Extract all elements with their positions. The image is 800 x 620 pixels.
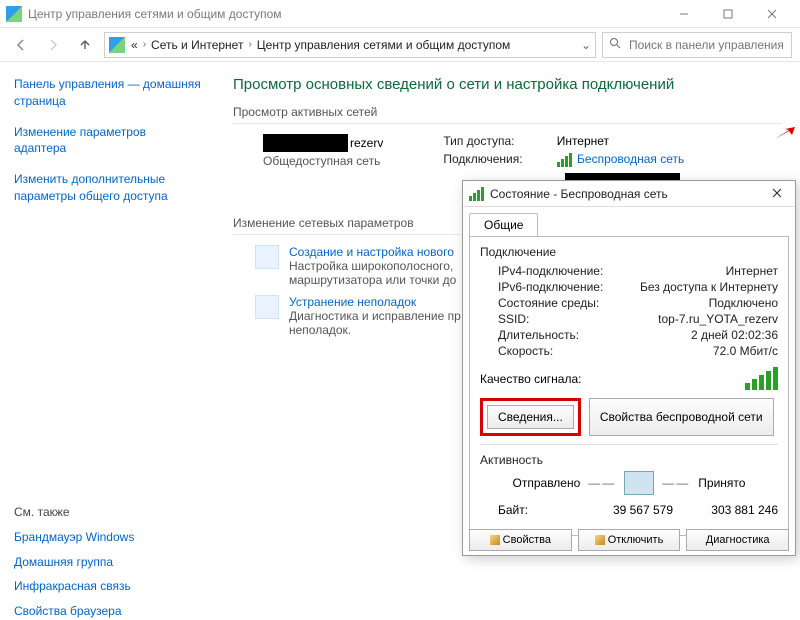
breadcrumb-root[interactable]: «: [131, 38, 138, 52]
properties-button[interactable]: Свойства: [469, 529, 572, 551]
network-name-suffix: rezerv: [350, 136, 383, 150]
activity-icon: [624, 471, 654, 495]
bytes-label: Байт:: [498, 503, 568, 517]
signal-quality-icon: [745, 367, 778, 390]
forward-button[interactable]: [40, 32, 66, 58]
see-also-browser-props[interactable]: Свойства браузера: [14, 603, 201, 620]
dash-icon: ——: [662, 476, 690, 490]
close-icon: [767, 9, 777, 19]
media-state-value: Подключено: [709, 296, 778, 310]
breadcrumb-item-sharing-center[interactable]: Центр управления сетями и общим доступом: [257, 38, 511, 52]
ipv4-label: IPv4-подключение:: [498, 264, 726, 278]
duration-value: 2 дней 02:02:36: [691, 328, 778, 342]
access-type-label: Тип доступа:: [443, 134, 553, 148]
troubleshoot-icon: [255, 295, 279, 319]
maximize-icon: [723, 9, 733, 19]
page-title: Просмотр основных сведений о сети и наст…: [233, 76, 782, 93]
chevron-down-icon[interactable]: ⌄: [581, 38, 591, 52]
minimize-icon: [679, 9, 689, 19]
shield-icon: [595, 535, 605, 545]
bytes-received-value: 303 881 246: [673, 503, 778, 517]
ipv4-value: Интернет: [726, 264, 778, 278]
minimize-button[interactable]: [662, 0, 706, 27]
disable-button[interactable]: Отключить: [578, 529, 681, 551]
new-connection-icon: [255, 245, 279, 269]
arrow-right-icon: [45, 37, 61, 53]
back-button[interactable]: [8, 32, 34, 58]
search-box[interactable]: [602, 32, 792, 58]
connections-label: Подключения:: [443, 152, 553, 166]
dialog-footer: Свойства Отключить Диагностика: [469, 529, 789, 551]
tab-general[interactable]: Общие: [469, 213, 538, 236]
tab-general-pane: Подключение IPv4-подключение:Интернет IP…: [469, 236, 789, 536]
dash-icon: ——: [588, 476, 616, 490]
activity-group-heading: Активность: [480, 453, 778, 467]
window-titlebar: Центр управления сетями и общим доступом: [0, 0, 800, 28]
wifi-signal-icon: [557, 153, 572, 167]
sent-label: Отправлено: [513, 476, 581, 490]
wifi-signal-icon: [469, 187, 484, 201]
control-panel-icon: [109, 37, 125, 53]
dialog-titlebar: Состояние - Беспроводная сеть: [463, 181, 795, 207]
search-input[interactable]: [627, 37, 785, 53]
close-button[interactable]: [750, 0, 794, 27]
speed-value: 72.0 Мбит/с: [713, 344, 778, 358]
sidebar: Панель управления — домашняя страница Из…: [0, 62, 215, 558]
wifi-properties-button[interactable]: Свойства беспроводной сети: [589, 398, 774, 436]
wifi-status-dialog: Состояние - Беспроводная сеть Общие Подк…: [462, 180, 796, 556]
window-title: Центр управления сетями и общим доступом: [28, 7, 662, 21]
see-also-firewall[interactable]: Брандмауэр Windows: [14, 529, 201, 546]
bytes-sent-value: 39 567 579: [568, 503, 673, 517]
sidebar-link-adapter-settings[interactable]: Изменение параметров адаптера: [14, 124, 201, 158]
app-icon: [6, 6, 22, 22]
dialog-tabs: Общие: [463, 207, 795, 236]
received-label: Принято: [698, 476, 745, 490]
ssid-value: top-7.ru_YOTA_rezerv: [658, 312, 778, 326]
duration-label: Длительность:: [498, 328, 691, 342]
breadcrumb[interactable]: « › Сеть и Интернет › Центр управления с…: [104, 32, 596, 58]
address-bar: « › Сеть и Интернет › Центр управления с…: [0, 28, 800, 62]
annotation-highlight: Сведения...: [480, 398, 581, 436]
chevron-right-icon: ›: [143, 39, 146, 50]
up-button[interactable]: [72, 32, 98, 58]
network-category: Общедоступная сеть: [263, 154, 383, 168]
signal-quality-label: Качество сигнала:: [480, 372, 581, 386]
breadcrumb-item-network[interactable]: Сеть и Интернет: [151, 38, 243, 52]
chevron-right-icon: ›: [248, 39, 251, 50]
sidebar-link-home[interactable]: Панель управления — домашняя страница: [14, 76, 201, 110]
connection-group-heading: Подключение: [480, 245, 778, 259]
see-also-heading: См. также: [14, 505, 201, 519]
diagnose-button[interactable]: Диагностика: [686, 529, 789, 551]
ssid-label: SSID:: [498, 312, 658, 326]
ipv6-value: Без доступа к Интернету: [640, 280, 778, 294]
arrow-left-icon: [13, 37, 29, 53]
access-type-value: Интернет: [557, 134, 609, 148]
arrow-up-icon: [78, 38, 92, 52]
details-button[interactable]: Сведения...: [487, 405, 574, 429]
annotation-arrow-icon: [774, 126, 796, 140]
sidebar-link-advanced-sharing[interactable]: Изменить дополнительные параметры общего…: [14, 171, 201, 205]
dialog-title: Состояние - Беспроводная сеть: [490, 187, 765, 201]
media-state-label: Состояние среды:: [498, 296, 709, 310]
redacted-network-name: [263, 134, 348, 152]
dialog-close-button[interactable]: [765, 187, 789, 201]
shield-icon: [490, 535, 500, 545]
see-also-homegroup[interactable]: Домашняя группа: [14, 554, 201, 571]
see-also-infrared[interactable]: Инфракрасная связь: [14, 578, 201, 595]
divider: [480, 444, 778, 445]
close-icon: [772, 188, 782, 198]
maximize-button[interactable]: [706, 0, 750, 27]
ipv6-label: IPv6-подключение:: [498, 280, 640, 294]
connection-link[interactable]: Беспроводная сеть: [577, 152, 684, 166]
speed-label: Скорость:: [498, 344, 713, 358]
search-icon: [609, 37, 621, 52]
active-networks-heading: Просмотр активных сетей: [233, 105, 782, 124]
